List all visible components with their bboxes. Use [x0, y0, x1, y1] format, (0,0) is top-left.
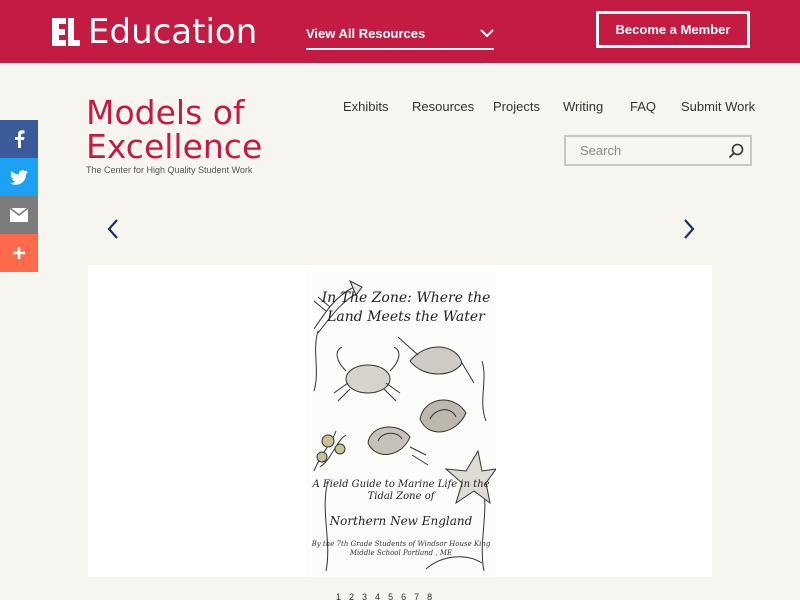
page-dot-2[interactable]: 2	[349, 592, 354, 600]
email-icon	[10, 208, 28, 222]
logo-tagline: The Center for High Quality Student Work	[86, 165, 253, 175]
cover-credit: By the 7th Grade Students of Windsor Hou…	[311, 540, 491, 557]
chevron-down-icon	[480, 29, 494, 38]
logo-line-1: Models of	[86, 93, 245, 132]
email-share-button[interactable]	[0, 196, 38, 234]
nav-resources[interactable]: Resources	[412, 99, 474, 114]
logo-line-2: Excellence	[86, 127, 263, 166]
carousel-prev-arrow-icon[interactable]	[104, 218, 124, 240]
search-input[interactable]	[566, 143, 716, 158]
twitter-share-button[interactable]	[0, 158, 38, 196]
cover-subtitle: A Field Guide to Marine Life in the Tida…	[312, 479, 490, 502]
page-dot-4[interactable]: 4	[375, 592, 380, 600]
more-share-button[interactable]	[0, 234, 38, 272]
social-share-bar	[0, 120, 38, 272]
facebook-icon	[15, 130, 25, 148]
nav-exhibits[interactable]: Exhibits	[343, 99, 389, 114]
search-icon[interactable]	[728, 143, 744, 159]
page-dot-1[interactable]: 1	[336, 592, 341, 600]
cover-region: Northern New England	[329, 514, 473, 528]
page-dot-8[interactable]: 8	[427, 592, 432, 600]
top-bar: Education View All Resources Become a Me…	[0, 0, 800, 63]
view-all-resources-dropdown[interactable]: View All Resources	[306, 18, 494, 50]
carousel-pagination: 1 2 3 4 5 6 7 8	[336, 592, 432, 600]
view-all-resources-label: View All Resources	[306, 25, 426, 41]
page-dot-6[interactable]: 6	[401, 592, 406, 600]
page-dot-3[interactable]: 3	[362, 592, 367, 600]
page-dot-7[interactable]: 7	[414, 592, 419, 600]
cover-title: In The Zone: Where the Land Meets the Wa…	[321, 290, 491, 325]
facebook-share-button[interactable]	[0, 120, 38, 158]
nav-projects[interactable]: Projects	[493, 99, 540, 114]
carousel-slide[interactable]: In The Zone: Where the Land Meets the Wa…	[88, 265, 712, 577]
share-plus-icon	[13, 247, 25, 259]
page-dot-5[interactable]: 5	[388, 592, 393, 600]
search-box	[564, 135, 752, 166]
book-cover-image: In The Zone: Where the Land Meets the Wa…	[306, 271, 496, 577]
el-logo-icon	[50, 15, 80, 49]
twitter-icon	[10, 169, 28, 185]
nav-faq[interactable]: FAQ	[630, 99, 656, 114]
nav-submit-work[interactable]: Submit Work	[681, 99, 755, 114]
models-of-excellence-logo[interactable]: Models of Excellence The Center for High…	[86, 96, 262, 175]
carousel-next-arrow-icon[interactable]	[678, 218, 698, 240]
brand-name: Education	[88, 12, 258, 52]
become-member-button[interactable]: Become a Member	[596, 11, 750, 48]
nav-writing[interactable]: Writing	[563, 99, 603, 114]
el-education-logo[interactable]: Education	[50, 12, 257, 52]
